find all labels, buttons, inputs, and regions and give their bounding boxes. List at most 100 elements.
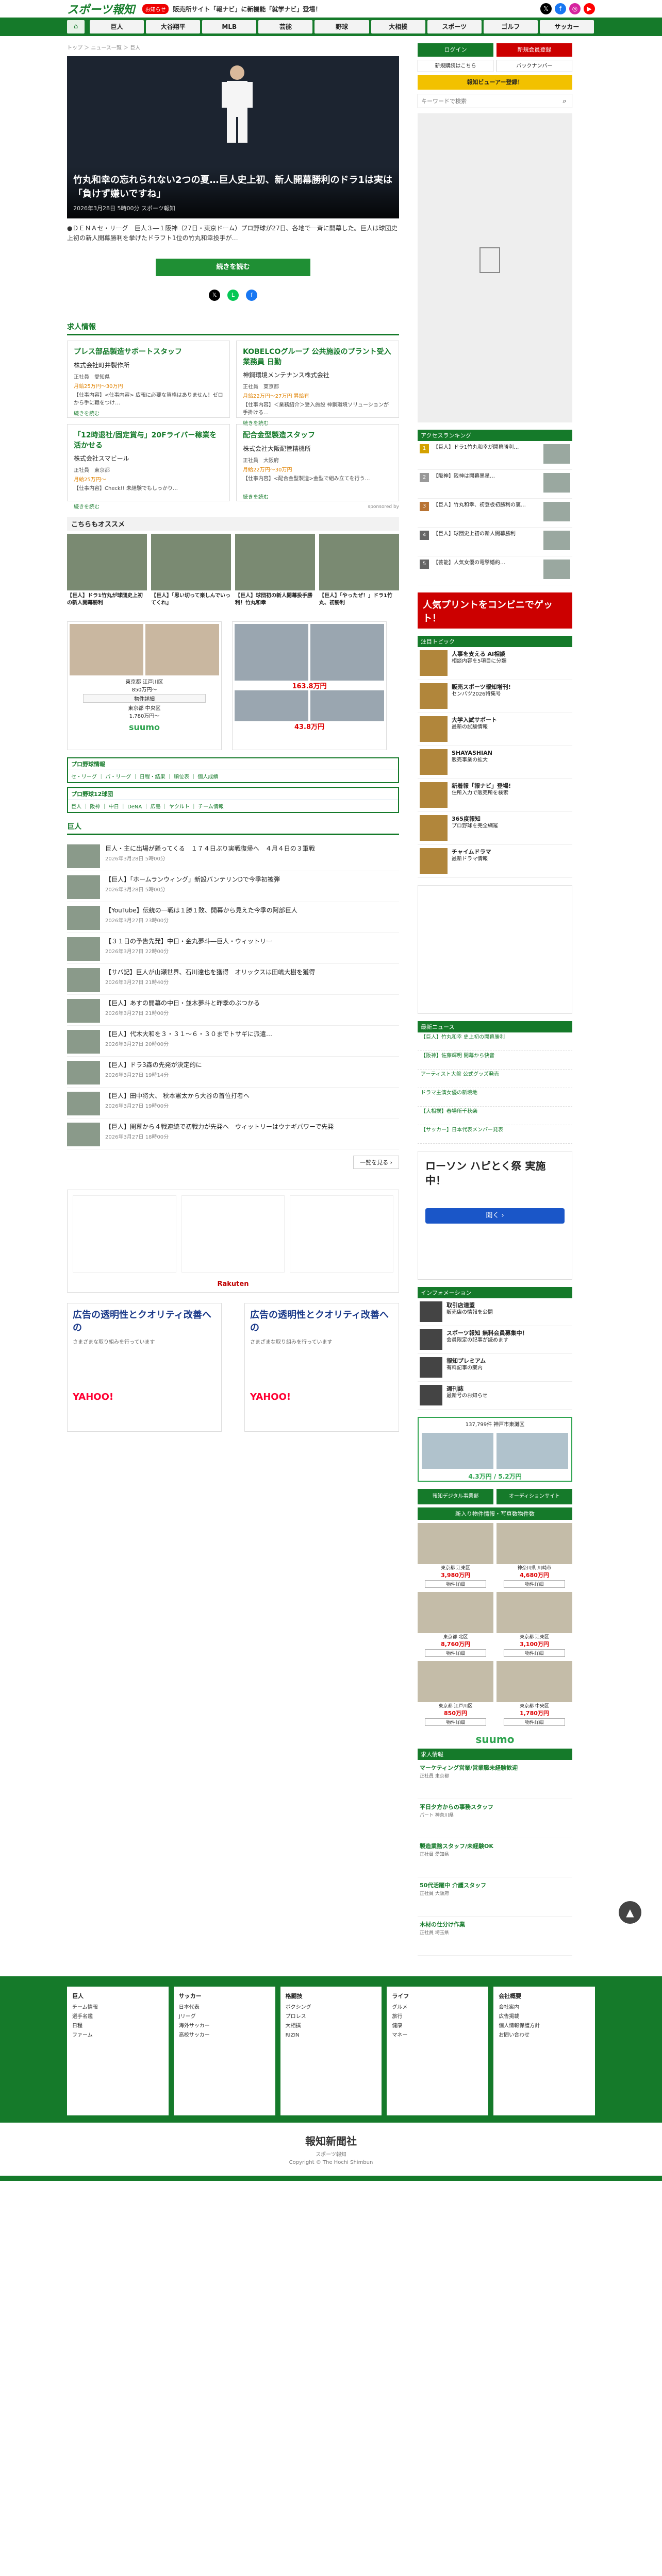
reco-text[interactable]: 【巨人】球団初の新人開幕投手勝利！竹丸和幸 [235,592,315,614]
news-title[interactable]: 【巨人】「ホームランウィング」新設バンテリンDで今季初被弾 [105,875,280,884]
property-card[interactable]: 東京都 江東区 3,980万円 物件詳細 [418,1523,493,1589]
property-detail-button[interactable]: 物件詳細 [425,1649,486,1657]
info-head[interactable]: 週刊誌 [446,1385,488,1393]
side-job-item[interactable]: 50代活躍中 介護スタッフ 正社員 大阪府 [418,1877,572,1917]
topic-title[interactable]: チャイムドラマ [452,848,491,856]
list-item[interactable]: 巨人・主に出場が懸ってくる １７４日ぶり実戦復帰へ ４月４日の３軍戦 2026年3… [67,840,399,871]
yahoo-ad[interactable]: 広告の透明性とクオリティ改善への さまざまな取り組みを行っています YAHOO! [67,1303,222,1432]
footer-heading[interactable]: サッカー [179,1992,270,2000]
property-detail-button[interactable]: 物件詳細 [425,1718,486,1726]
footer-link[interactable]: 健康 [392,2022,483,2031]
property-card[interactable]: 東京都 中央区 1,780万円 物件詳細 [496,1661,572,1727]
info-head[interactable]: 取引店連盟 [446,1301,493,1309]
topic-item[interactable]: SHAYASHIAN 販売事業の拡大 [418,746,572,779]
side-job-title[interactable]: 木材の仕分け作業 [420,1921,570,1928]
topic-title[interactable]: 販売スポーツ報知増刊! [452,683,511,691]
search-input[interactable] [418,94,557,108]
topic-item[interactable]: 大学入試サポート 最新の試験情報 [418,713,572,746]
list-item[interactable]: 【YouTube】伝統の一戦は１勝１敗、開幕から見えた今季の阿部巨人 2026年3… [67,902,399,933]
suumo-logo[interactable]: suumo [418,1733,572,1745]
list-item[interactable]: 【巨人】田中将大、 秋本憲太から大谷の首位打者へ 2026年3月27日 19時00… [67,1088,399,1118]
nav-item[interactable]: MLB [202,20,257,33]
footer-heading[interactable]: 会社概要 [499,1992,590,2000]
x-icon[interactable]: 𝕏 [540,3,552,14]
yahoo-ad[interactable]: 広告の透明性とクオリティ改善への さまざまな取り組みを行っています YAHOO! [244,1303,399,1432]
list-item[interactable]: 【巨人】「ホームランウィング」新設バンテリンDで今季初被弾 2026年3月28日 … [67,871,399,902]
topic-title[interactable]: 新着報「報ナビ」登場! [452,782,511,790]
hero-title[interactable]: 竹丸和幸の忘れられない2つの夏…巨人史上初、新人開幕勝利のドラ1は実は「負けず嫌… [73,173,393,201]
job-card[interactable]: 「12時退社/固定賞与」20Fライバー稼業を活かせる 株式会社スマビール 正社員… [67,424,230,510]
info-item[interactable]: スポーツ報知 無料会員募集中！ 会員限定の記事が読めます [418,1326,572,1354]
list-item[interactable]: 【巨人】ドラ3森の先発が決定的に 2026年3月27日 19時14分 [67,1057,399,1088]
nav-item[interactable]: ゴルフ [483,20,538,33]
footer-link[interactable]: お問い合わせ [499,2031,590,2040]
nav-item[interactable]: スポーツ [427,20,482,33]
footer-link[interactable]: RIZIN [286,2031,377,2040]
footer-heading[interactable]: ライフ [392,1992,483,2000]
lawson-ad[interactable]: ローソン ハピとく祭 実施中！ 開く › [418,1151,572,1280]
recent-link[interactable]: 【阪神】佐藤輝明 開幕から快音 [418,1051,572,1070]
lawson-open-button[interactable]: 開く › [425,1208,565,1224]
recent-link[interactable]: 【巨人】竹丸和幸 史上初の開幕勝利 [418,1032,572,1051]
footer-link[interactable]: Jリーグ [179,2012,270,2022]
nav-item[interactable]: 大谷翔平 [146,20,201,33]
property-detail-button[interactable]: 物件詳細 [504,1718,565,1726]
nav-item[interactable]: 巨人 [90,20,144,33]
reco-card[interactable]: 【巨人】ドラ1竹丸が球団史上初の新人開幕勝利 [67,534,147,614]
recent-link[interactable]: ドラマ主演女優の新境地 [418,1088,572,1107]
reco-text[interactable]: 【巨人】ドラ1竹丸が球団史上初の新人開幕勝利 [67,592,147,614]
footer-link[interactable]: 高校サッカー [179,2031,270,2040]
reco-text[interactable]: 【巨人】「やったぜ！」ドラ1竹丸、初勝利 [319,592,399,614]
info-item[interactable]: 週刊誌 最新号のお知らせ [418,1382,572,1410]
linkbox-links[interactable]: 巨人 ｜ 阪神 ｜ 中日 ｜ DeNA ｜ 広島 ｜ ヤクルト ｜ チーム情報 [68,800,398,812]
ranking-item[interactable]: 2 【阪神】阪神は開幕黒星… [418,470,572,499]
news-title[interactable]: 【巨人】ドラ3森の先発が決定的に [105,1061,202,1070]
topic-item[interactable]: 人事を支える AI相談 相談内容を5項目に分類 [418,647,572,680]
property-detail-button[interactable]: 物件詳細 [425,1580,486,1588]
youtube-icon[interactable]: ▶ [584,3,595,14]
footer-link[interactable]: 会社案内 [499,2003,590,2012]
job-title[interactable]: プレス部品製造サポートスタッフ [74,347,223,358]
instagram-icon[interactable]: ◎ [569,3,581,14]
home-icon[interactable]: ⌂ [67,20,85,33]
print-banner[interactable]: 人気プリントをコンビニでゲット！ [418,592,572,629]
register-button[interactable]: 新規会員登録 [496,43,572,57]
nav-item[interactable]: 野球 [315,20,369,33]
ranking-item[interactable]: 3 【巨人】竹丸和幸、初登板初勝利の裏… [418,499,572,528]
job-more-link[interactable]: 続きを読む [74,409,223,417]
chintai-ad[interactable]: 137,799件 神戸市東灘区 4.3万円 / 5.2万円 [418,1417,572,1482]
side-job-title[interactable]: 50代活躍中 介護スタッフ [420,1882,570,1889]
topic-item[interactable]: 365度報知 プロ野球を完全網羅 [418,812,572,845]
reco-card[interactable]: 【巨人】「思い切って楽しんでいってくれ」 [151,534,231,614]
footer-link[interactable]: グルメ [392,2003,483,2012]
breadcrumb[interactable]: トップ ＞ ニュース一覧 ＞ 巨人 [67,43,399,51]
audition-banner[interactable]: オーディションサイト [496,1489,572,1504]
list-item[interactable]: 【巨人】代木大和を３・３１〜６・３０までトサギに派遣… 2026年3月27日 20… [67,1026,399,1057]
side-job-title[interactable]: 平日夕方からの事務スタッフ [420,1803,570,1811]
job-title[interactable]: 配合金型製造スタッフ [243,431,392,441]
side-job-item[interactable]: 木材の仕分け作業 正社員 埼玉県 [418,1917,572,1956]
info-item[interactable]: 報知プレミアム 有料記事の案内 [418,1354,572,1382]
job-more-link[interactable]: 続きを読む [74,502,223,510]
nav-item[interactable]: 大相撲 [371,20,425,33]
promo-link[interactable]: 販売所サイト「報ナビ」に新機能「就学ナビ」登場！ [173,5,540,13]
side-job-item[interactable]: 平日夕方からの事務スタッフ パート 神奈川県 [418,1799,572,1838]
share-line-icon[interactable]: L [227,290,239,301]
topic-title[interactable]: SHAYASHIAN [452,749,492,757]
footer-link[interactable]: 大相撲 [286,2022,377,2031]
suumo-ad[interactable]: 東京都 江戸川区 850万円〜 物件詳細 東京都 中央区 1,780万円〜 su… [67,621,222,750]
product-image[interactable] [73,1195,176,1273]
ranking-item[interactable]: 5 【芸能】人気女優の電撃婚約… [418,556,572,585]
digital-banner[interactable]: 報知デジタル事業部 [418,1489,493,1504]
footer-link[interactable]: 旅行 [392,2012,483,2022]
footer-link[interactable]: マネー [392,2031,483,2040]
recent-link[interactable]: アーティスト大盤 公式グッズ発売 [418,1070,572,1088]
rank-text[interactable]: 【芸能】人気女優の電撃婚約… [433,560,539,582]
car-ad-side[interactable] [418,885,572,1014]
login-button[interactable]: ログイン [418,43,493,57]
reco-card[interactable]: 【巨人】球団初の新人開幕投手勝利！竹丸和幸 [235,534,315,614]
backnumber-button[interactable]: バックナンバー [496,60,572,72]
property-card[interactable]: 東京都 北区 8,760万円 物件詳細 [418,1592,493,1658]
car-ad[interactable]: 163.8万円 43.8万円 [232,621,387,750]
property-card[interactable]: 神奈川県 川崎市 4,680万円 物件詳細 [496,1523,572,1589]
